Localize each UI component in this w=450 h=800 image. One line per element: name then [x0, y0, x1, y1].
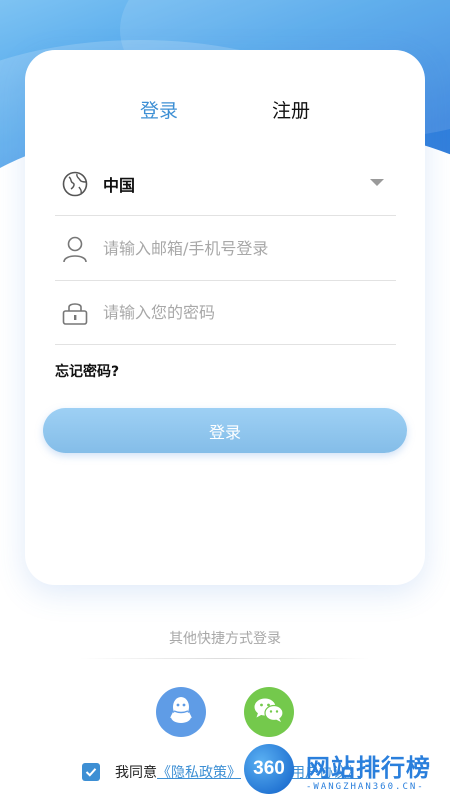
agreement-prefix: 我同意 — [115, 765, 157, 781]
chevron-down-icon[interactable] — [370, 179, 384, 186]
qq-login-button[interactable] — [156, 687, 206, 737]
password-field[interactable] — [55, 281, 396, 345]
lock-icon — [61, 299, 89, 327]
divider — [80, 658, 370, 659]
auth-tabs: 登录 注册 — [0, 96, 450, 126]
privacy-policy-link[interactable]: 《隐私政策》 — [157, 762, 241, 782]
country-value: 中国 — [103, 175, 136, 195]
watermark: 360 网站排行榜 -WANGZHAN360.CN- — [240, 738, 450, 800]
password-input[interactable] — [103, 303, 363, 322]
watermark-logo: 360 — [244, 744, 294, 794]
check-icon — [85, 768, 97, 777]
country-select[interactable]: 中国 — [55, 152, 396, 216]
user-icon — [61, 235, 89, 263]
forgot-password-link[interactable]: 忘记密码? — [55, 361, 119, 381]
agreement-checkbox[interactable] — [82, 763, 100, 781]
login-button[interactable]: 登录 — [43, 408, 407, 453]
watermark-title: 网站排行榜 — [306, 754, 431, 782]
wechat-login-button[interactable] — [244, 687, 294, 737]
wechat-icon — [253, 696, 285, 728]
watermark-subtitle: -WANGZHAN360.CN- — [306, 782, 425, 792]
account-input[interactable] — [103, 239, 363, 258]
account-field[interactable] — [55, 217, 396, 281]
tab-register[interactable]: 注册 — [272, 96, 310, 123]
tab-login[interactable]: 登录 — [140, 96, 178, 123]
globe-icon — [61, 170, 89, 198]
other-login-title: 其他快捷方式登录 — [169, 631, 281, 647]
qq-icon — [168, 695, 194, 729]
